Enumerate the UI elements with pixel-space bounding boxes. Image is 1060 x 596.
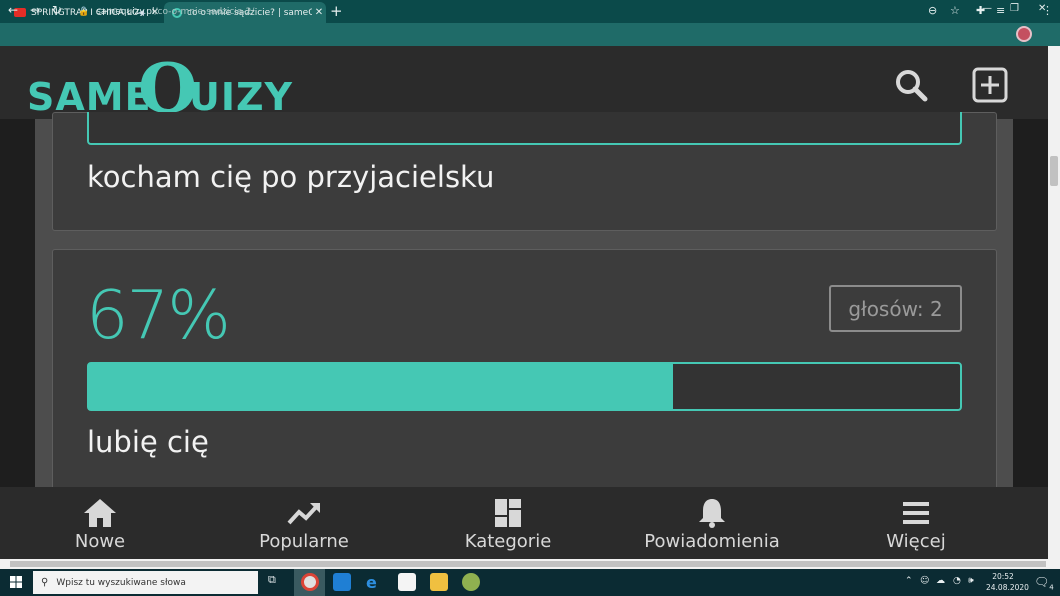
- nav-label: Więcej: [886, 531, 946, 552]
- nav-item-nowe[interactable]: Nowe: [0, 487, 200, 559]
- store-icon[interactable]: [398, 573, 416, 591]
- add-quiz-icon[interactable]: [972, 67, 1008, 103]
- tray-app-icon[interactable]: ☺: [920, 576, 929, 586]
- result-progress-bar: [87, 112, 962, 145]
- notification-center-icon[interactable]: 🗨4: [1034, 575, 1054, 591]
- clock-time: 20:52: [992, 572, 1014, 581]
- search-icon: ⚲: [41, 577, 49, 588]
- result-progress-bar: [87, 362, 962, 411]
- url-host: samequizy.pl: [96, 6, 155, 17]
- nav-label: Powiadomienia: [644, 531, 780, 552]
- result-answer: lubię cię: [87, 425, 209, 459]
- nav-label: Kategorie: [464, 531, 552, 552]
- nav-item-wiecej[interactable]: Więcej: [816, 487, 1016, 559]
- zoom-icon[interactable]: ⊖: [928, 4, 937, 17]
- search-icon[interactable]: [893, 67, 929, 103]
- volume-icon[interactable]: 🕪: [968, 576, 974, 586]
- bell-icon: [699, 499, 725, 528]
- votes-badge: głosów: 2: [829, 285, 962, 332]
- horizontal-scrollbar-thumb[interactable]: [10, 561, 1046, 567]
- reload-icon[interactable]: ↻: [52, 3, 62, 17]
- taskbar-clock[interactable]: 20:52 24.08.2020: [986, 571, 1029, 593]
- back-icon[interactable]: ←: [8, 3, 18, 17]
- forward-icon[interactable]: →: [30, 3, 40, 17]
- windows-start-icon[interactable]: [10, 576, 22, 588]
- tray-chevron-icon[interactable]: ⌃: [905, 576, 913, 586]
- bookmark-star-icon[interactable]: ☆: [950, 4, 960, 17]
- restore-icon[interactable]: ❐: [1010, 3, 1019, 14]
- onedrive-icon[interactable]: ☁: [936, 576, 945, 586]
- mail-icon[interactable]: [333, 573, 351, 591]
- menu-icon: [903, 502, 929, 524]
- trending-icon: [287, 503, 320, 525]
- nav-label: Popularne: [259, 531, 349, 552]
- clock-date: 24.08.2020: [986, 583, 1029, 592]
- browser-menu-icon[interactable]: ⋮: [1042, 4, 1053, 17]
- lock-icon: 🔒: [78, 6, 90, 17]
- result-answer: kocham cię po przyjacielsku: [87, 160, 495, 194]
- edge-icon[interactable]: e: [366, 573, 384, 592]
- notification-count: 4: [1049, 583, 1054, 592]
- search-placeholder: Wpisz tu wyszukiwane słowa: [56, 577, 186, 588]
- nav-item-powiadomienia[interactable]: Powiadomienia: [612, 487, 812, 559]
- network-icon[interactable]: ◔: [953, 576, 961, 586]
- extensions-icon[interactable]: ✚: [976, 4, 985, 17]
- scrollbar-thumb[interactable]: [1050, 156, 1058, 186]
- nav-item-kategorie[interactable]: Kategorie: [408, 487, 608, 559]
- result-progress-fill: [89, 364, 673, 409]
- browser-toolbar: [0, 23, 1060, 46]
- chrome-icon[interactable]: [301, 573, 319, 591]
- paint-icon[interactable]: [462, 573, 480, 591]
- home-icon: [84, 499, 116, 527]
- bottom-navigation: Nowe Popularne Kategorie Powiadomienia W…: [0, 487, 1048, 559]
- result-percent: 67%: [86, 276, 231, 354]
- reading-list-icon[interactable]: ≡: [996, 4, 1005, 17]
- nav-item-popularne[interactable]: Popularne: [204, 487, 404, 559]
- taskbar-search-input[interactable]: ⚲ Wpisz tu wyszukiwane słowa: [33, 571, 258, 594]
- vertical-scrollbar[interactable]: [1048, 46, 1060, 559]
- address-bar[interactable]: 🔒 samequizy.pl/co-o-mnie-sadzicie-2/: [74, 2, 970, 21]
- file-explorer-icon[interactable]: [430, 573, 448, 591]
- url-path: /co-o-mnie-sadzicie-2/: [154, 6, 255, 17]
- categories-icon: [495, 499, 521, 527]
- nav-label: Nowe: [74, 531, 126, 552]
- profile-avatar[interactable]: [1016, 26, 1032, 42]
- task-view-icon[interactable]: ⧉: [268, 573, 286, 591]
